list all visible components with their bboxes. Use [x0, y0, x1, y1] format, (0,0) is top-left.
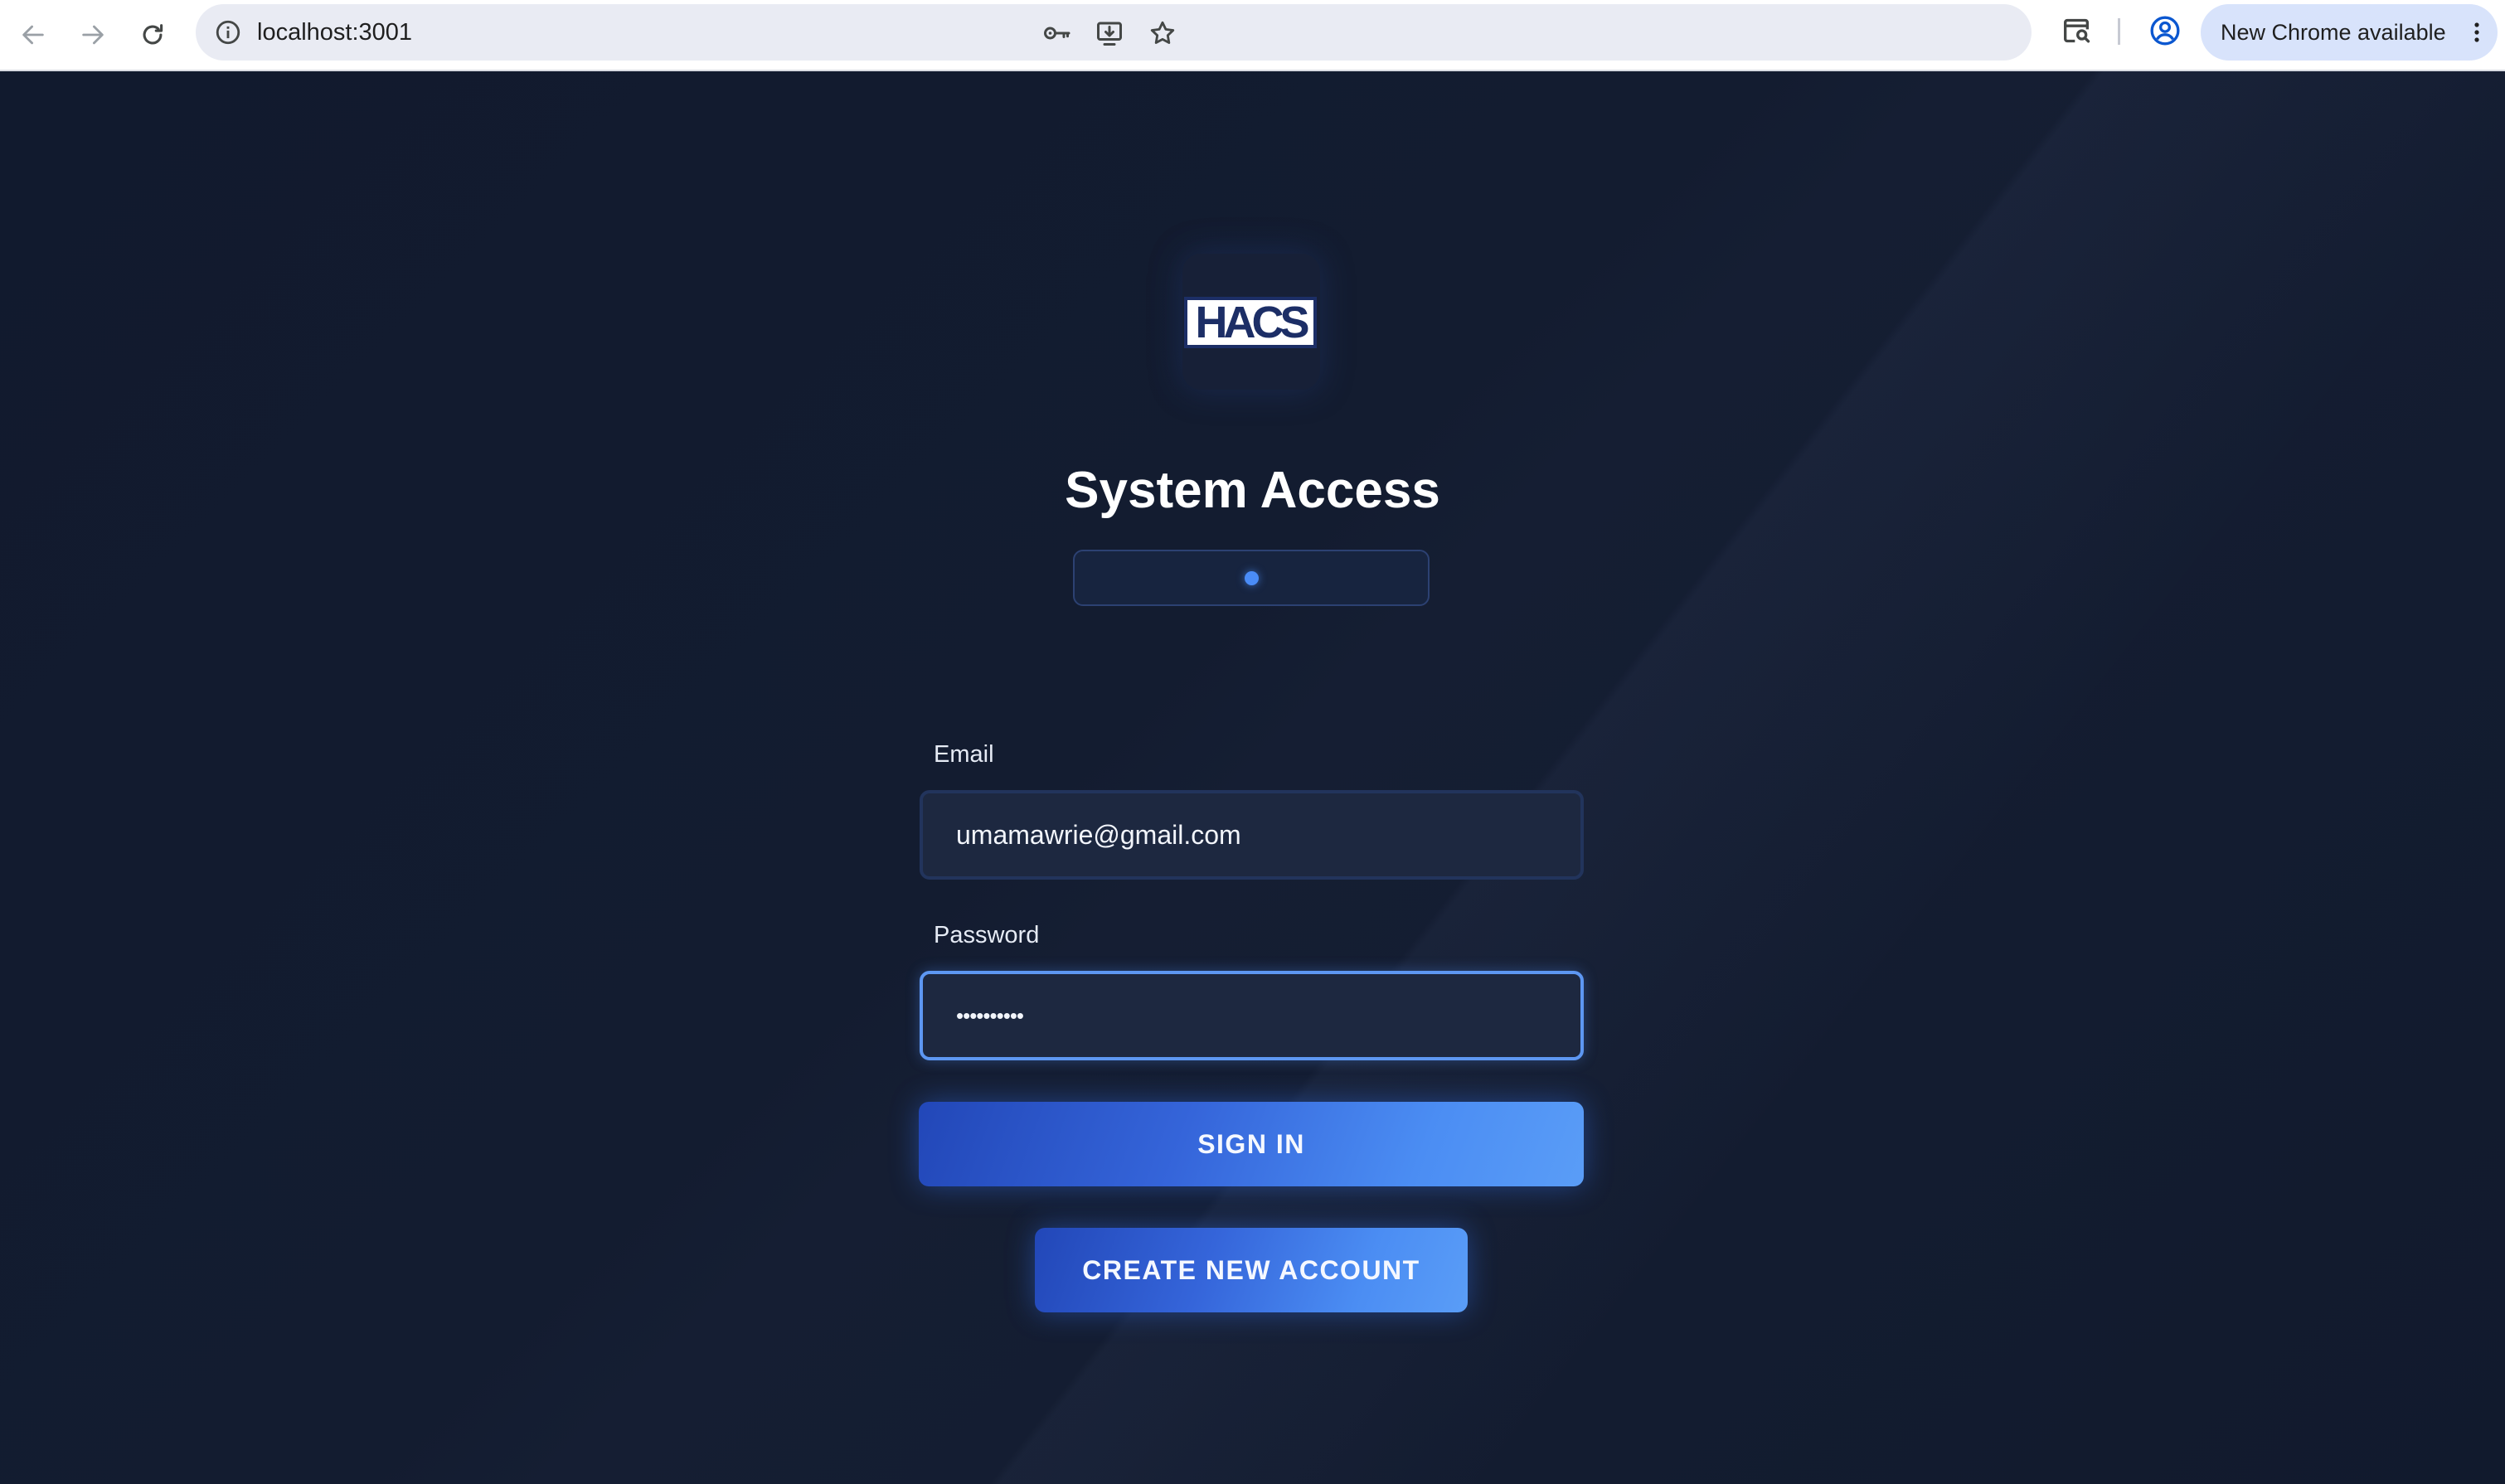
email-field[interactable] [923, 793, 1580, 876]
sign-in-button[interactable]: SIGN IN [919, 1102, 1584, 1186]
toolbar-divider [2118, 18, 2120, 45]
back-button[interactable] [10, 12, 56, 58]
status-dot [1245, 571, 1259, 585]
install-app-icon[interactable] [1095, 18, 1124, 48]
reload-button[interactable] [129, 12, 176, 58]
back-arrow-icon [22, 25, 44, 45]
logo-container: HACS [1182, 254, 1320, 390]
password-key-icon[interactable] [1041, 18, 1071, 48]
tab-search-icon[interactable] [2060, 14, 2093, 47]
password-label: Password [934, 922, 1040, 948]
profile-icon[interactable] [2148, 14, 2182, 47]
chrome-update-label: New Chrome available [2221, 20, 2446, 45]
password-field[interactable] [923, 974, 1580, 1057]
reload-icon [143, 24, 163, 45]
email-label: Email [934, 741, 994, 768]
email-field-wrapper [920, 790, 1584, 880]
browser-toolbar: localhost:3001 New Chrome available [0, 0, 2505, 71]
chrome-update-button[interactable]: New Chrome available [2201, 4, 2498, 61]
forward-arrow-icon [82, 25, 104, 45]
create-account-button[interactable]: CREATE NEW ACCOUNT [1035, 1228, 1468, 1312]
more-vert-icon [2474, 22, 2479, 42]
forward-button[interactable] [70, 12, 116, 58]
status-indicator [1073, 550, 1430, 606]
logo-text: HACS [1195, 298, 1309, 347]
bookmark-star-icon[interactable] [1148, 18, 1177, 48]
hacs-logo: HACS [1184, 297, 1317, 348]
page-title: System Access [1065, 462, 1440, 519]
password-field-wrapper [920, 971, 1584, 1060]
info-icon[interactable] [214, 18, 242, 46]
login-page: HACS System Access Email Password SIGN I… [0, 71, 2505, 1484]
address-bar[interactable]: localhost:3001 [196, 4, 2032, 61]
url-text[interactable]: localhost:3001 [257, 4, 412, 61]
